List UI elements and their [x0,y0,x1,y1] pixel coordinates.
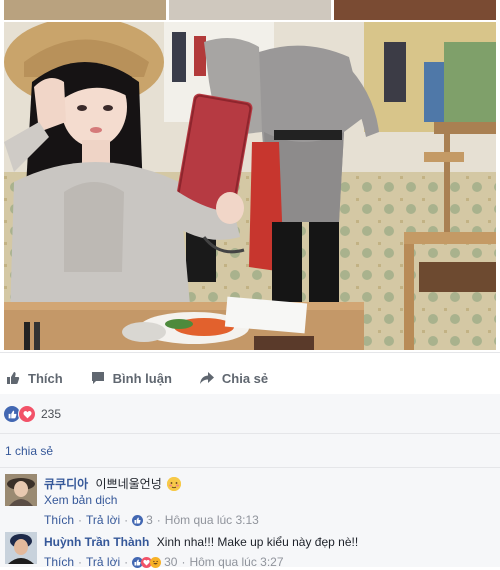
haha-reaction-icon [150,556,162,568]
comment-reply-link[interactable]: Trả lời [86,512,120,528]
photo-illustration [4,22,496,350]
blushing-face-icon [167,477,182,491]
comment-button-label: Bình luận [112,370,172,386]
share-arrow-icon [199,371,214,385]
comment-like-link[interactable]: Thích [44,554,74,570]
avatar[interactable] [5,474,37,506]
comment-text: 이쁘네울언넝 [95,477,162,491]
reaction-count[interactable]: 235 [41,407,61,421]
like-button-label: Thích [28,370,63,386]
comment-like-link[interactable]: Thích [44,512,74,528]
shares-count-row: 1 chia sẻ [0,434,500,468]
comment-reply-link[interactable]: Trả lời [86,554,120,570]
comment-item: Huỳnh Trần Thành Xinh nha!!! Make up kiể… [0,532,500,570]
like-button[interactable]: Thích [6,371,63,386]
comment-timestamp[interactable]: Hôm qua lúc 3:13 [165,512,259,528]
separator: · [181,555,186,569]
shares-count-link[interactable]: 1 chia sẻ [5,444,53,458]
post-action-bar: Thích Bình luận Chia sẻ [0,362,500,394]
comment-author[interactable]: Huỳnh Trần Thành [44,535,149,549]
photo-thumbnail[interactable] [334,0,496,20]
comment-meta: Thích · Trả lời · 30 · Hôm qua lúc 3:27 [44,554,358,570]
speech-bubble-icon [91,371,105,385]
see-translation-link[interactable]: Xem bản dịch [44,492,259,508]
post-main-photo[interactable] [4,22,496,350]
thumbs-up-icon [6,371,20,385]
comment-reaction-count[interactable]: 3 [146,512,153,528]
comment-body: Huỳnh Trần Thành Xinh nha!!! Make up kiể… [44,534,358,570]
comment-author[interactable]: 큐쿠디아 [44,477,88,491]
comment-meta: Thích · Trả lời · 3 · Hôm qua lúc 3:13 [44,512,259,528]
share-button[interactable]: Chia sẻ [199,370,269,386]
photo-thumbnail-strip[interactable] [4,0,496,20]
share-button-label: Chia sẻ [221,370,269,386]
separator: · [124,513,129,527]
separator: · [78,555,83,569]
comment-reaction-count[interactable]: 30 [164,554,177,570]
love-reaction-icon [18,405,36,423]
comment-button[interactable]: Bình luận [91,371,172,386]
post-photo-area [0,0,500,352]
comment-timestamp[interactable]: Hôm qua lúc 3:27 [189,554,283,570]
separator: · [124,555,129,569]
avatar[interactable] [5,532,37,564]
comment-item: 큐쿠디아 이쁘네울언넝 Xem bản dịch Thích · Trả lời… [0,474,500,530]
separator: · [78,513,83,527]
like-reaction-icon [132,514,144,526]
photo-thumbnail[interactable] [169,0,331,20]
separator: · [156,513,161,527]
reactions-summary[interactable]: 235 [0,394,500,434]
divider [0,352,500,353]
comment-text: Xinh nha!!! Make up kiểu này đẹp nè!! [156,535,359,549]
photo-thumbnail[interactable] [4,0,166,20]
comments-list: 큐쿠디아 이쁘네울언넝 Xem bản dịch Thích · Trả lời… [0,468,500,570]
comment-body: 큐쿠디아 이쁘네울언넝 Xem bản dịch Thích · Trả lời… [44,476,259,528]
